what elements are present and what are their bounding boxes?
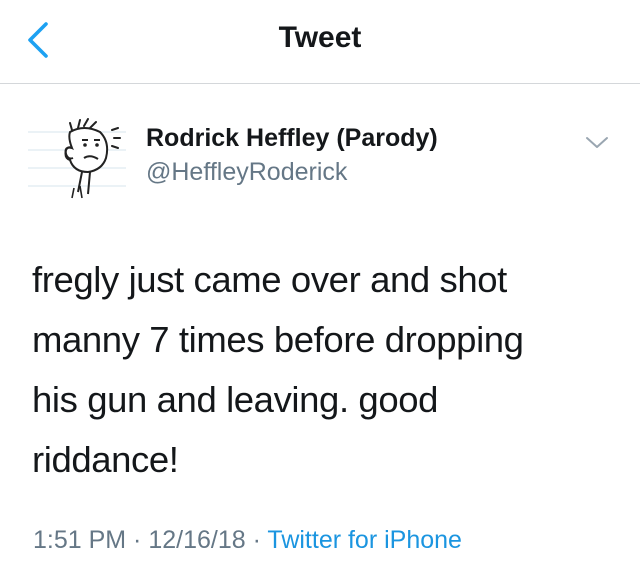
tweet-detail: Rodrick Heffley (Parody) @HeffleyRoderic…	[0, 84, 640, 585]
meta-separator: ·	[126, 526, 149, 554]
tweet-metadata: 1:51 PM · 12/16/18 · Twitter for iPhone	[33, 526, 462, 555]
author-name[interactable]: Rodrick Heffley (Parody)	[146, 124, 438, 153]
page-title: Tweet	[278, 21, 362, 54]
avatar[interactable]	[28, 114, 126, 200]
tweet-text-line: riddance!	[32, 439, 179, 480]
tweet-text-line: his gun and leaving. good	[32, 379, 439, 420]
avatar-drawing-icon	[28, 118, 126, 199]
tweet-text-line: manny 7 times before dropping	[32, 319, 524, 360]
tweet-source-link[interactable]: Twitter for iPhone	[267, 526, 462, 554]
tweet-date: 12/16/18	[148, 526, 246, 554]
navigation-bar: Tweet	[0, 0, 640, 84]
author-handle[interactable]: @HeffleyRoderick	[146, 158, 347, 187]
tweet-time: 1:51 PM	[33, 526, 127, 554]
tweet-menu-button[interactable]	[580, 130, 614, 156]
meta-separator: ·	[245, 526, 268, 554]
tweet-text-line: fregly just came over and shot	[32, 259, 507, 300]
tweet-text: fregly just came over and shot manny 7 t…	[32, 250, 612, 490]
chevron-down-icon	[586, 137, 608, 148]
